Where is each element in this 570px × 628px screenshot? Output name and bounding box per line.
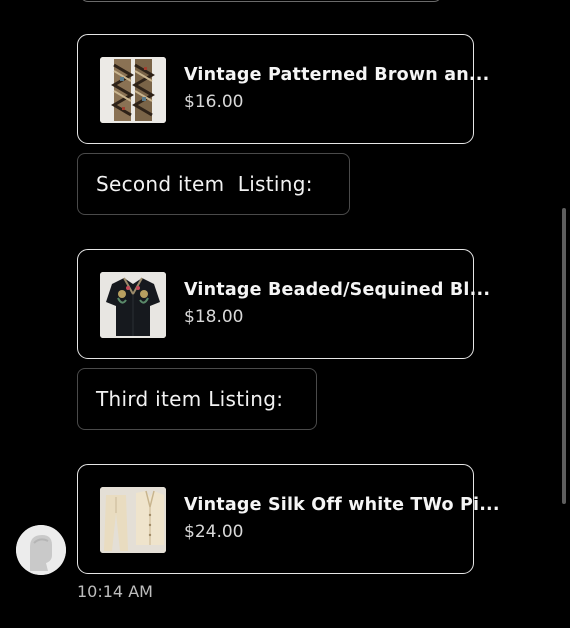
listing-title: Vintage Patterned Brown an... <box>184 65 490 85</box>
listing-card[interactable]: Vintage Patterned Brown an... $16.00 <box>77 34 489 144</box>
silk-two-piece-thumbnail <box>100 487 166 553</box>
message-bubble: Third item Listing: <box>77 368 317 430</box>
listing-card[interactable]: Vintage Beaded/Sequined Bl... $18.00 <box>77 249 490 359</box>
previous-message-bubble-edge <box>80 0 442 2</box>
message-timestamp: 10:14 AM <box>77 582 153 601</box>
scrollbar[interactable] <box>562 208 566 504</box>
message-text: Third item Listing: <box>96 387 284 411</box>
user-silhouette-icon <box>16 525 66 575</box>
listing-price: $18.00 <box>184 307 244 327</box>
patterned-pants-thumbnail <box>100 57 166 123</box>
message-text: Second item Listing: <box>96 172 313 196</box>
listing-title: Vintage Silk Off white TWo Pi... <box>184 495 500 515</box>
message-bubble: Second item Listing: <box>77 153 350 215</box>
beaded-shirt-thumbnail <box>100 272 166 338</box>
listing-title: Vintage Beaded/Sequined Bl... <box>184 280 491 300</box>
listing-price: $16.00 <box>184 92 244 112</box>
listing-price: $24.00 <box>184 522 244 542</box>
listing-card[interactable]: Vintage Silk Off white TWo Pi... $24.00 <box>77 464 500 574</box>
avatar[interactable] <box>16 525 66 575</box>
